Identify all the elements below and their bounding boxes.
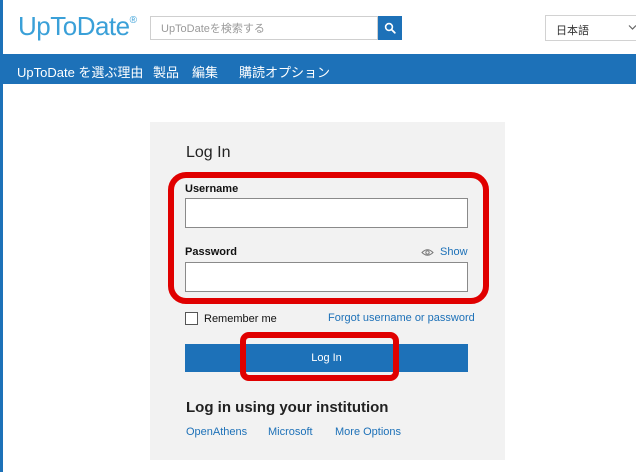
search-input[interactable] [159, 18, 373, 40]
nav-item-products[interactable]: 製品 [153, 62, 179, 81]
institution-login-title: Log in using your institution [186, 399, 389, 416]
main-nav: UpToDate を選ぶ理由 製品 編集 購読オプション [3, 54, 636, 84]
remember-me-checkbox[interactable] [185, 312, 198, 325]
nav-item-why-uptodate[interactable]: UpToDate を選ぶ理由 [17, 62, 143, 81]
microsoft-link[interactable]: Microsoft [268, 426, 313, 438]
remember-me-label: Remember me [204, 312, 277, 325]
logo-text: UpToDate [18, 11, 130, 41]
login-button-highlight [240, 332, 399, 381]
openathens-link[interactable]: OpenAthens [186, 426, 247, 438]
site-header: UpToDate® 日本語 [3, 0, 636, 54]
nav-item-editorial[interactable]: 編集 [192, 62, 218, 81]
credentials-highlight [168, 172, 489, 304]
remember-me: Remember me [185, 312, 277, 325]
search-button[interactable] [378, 16, 402, 40]
search-box [150, 16, 378, 40]
login-title: Log In [186, 144, 231, 161]
language-value: 日本語 [556, 25, 589, 37]
uptodate-logo[interactable]: UpToDate® [18, 11, 137, 42]
chevron-down-icon [628, 25, 636, 30]
forgot-credentials-link[interactable]: Forgot username or password [328, 312, 475, 324]
logo-registered-mark: ® [129, 15, 137, 26]
search-icon [384, 22, 396, 34]
more-options-link[interactable]: More Options [335, 426, 401, 438]
language-select[interactable]: 日本語 [545, 15, 636, 41]
nav-item-subscription-options[interactable]: 購読オプション [239, 62, 330, 81]
